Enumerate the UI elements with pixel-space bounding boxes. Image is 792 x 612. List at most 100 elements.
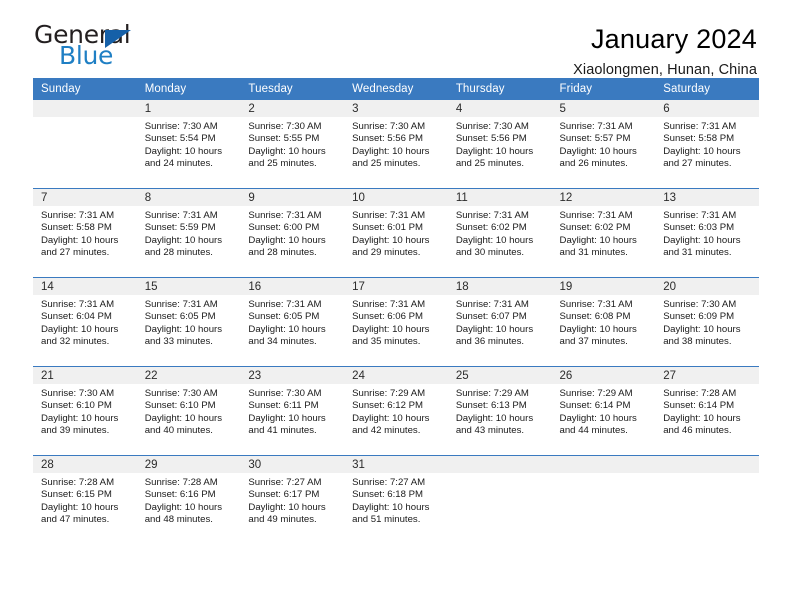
daylight-duration-line2: and 42 minutes.: [352, 424, 421, 436]
day-cell-inner: 8 Sunrise: 7:31 AM Sunset: 5:59 PM Daylight…: [136, 189, 241, 277]
calendar-day-cell[interactable]: 30 Sunrise: 7:27 AM Sunset: 6:17 PM Dayligh…: [240, 455, 345, 544]
sunrise-time: Sunrise: 7:28 AM: [41, 477, 115, 488]
calendar-day-cell[interactable]: 25 Sunrise: 7:29 AM Sunset: 6:13 PM Dayligh…: [447, 366, 552, 456]
day-cell-inner: [447, 456, 552, 544]
calendar-day-cell[interactable]: 27 Sunrise: 7:28 AM Sunset: 6:14 PM Dayligh…: [655, 366, 759, 456]
sunset-time: Sunset: 6:14 PM: [663, 400, 735, 412]
day-number: 5: [551, 100, 656, 117]
day-cell-inner: [33, 100, 137, 188]
calendar-day-cell[interactable]: 22 Sunrise: 7:30 AM Sunset: 6:10 PM Dayligh…: [136, 366, 241, 456]
calendar-day-cell[interactable]: 19 Sunrise: 7:31 AM Sunset: 6:08 PM Dayligh…: [551, 277, 656, 367]
day-cell-inner: 13 Sunrise: 7:31 AM Sunset: 6:03 PM Dayligh…: [655, 189, 759, 277]
calendar-day-cell[interactable]: 26 Sunrise: 7:29 AM Sunset: 6:14 PM Dayligh…: [551, 366, 656, 456]
calendar-day-cell[interactable]: 11 Sunrise: 7:31 AM Sunset: 6:02 PM Dayligh…: [447, 188, 552, 278]
sunrise-time: Sunrise: 7:30 AM: [455, 121, 529, 132]
calendar-day-cell[interactable]: 23 Sunrise: 7:30 AM Sunset: 6:11 PM Dayligh…: [240, 366, 345, 456]
sunrise-time: Sunrise: 7:28 AM: [663, 388, 737, 399]
daylight-duration-line1: Daylight: 10 hours: [663, 145, 741, 157]
daylight-duration-line2: and 27 minutes.: [663, 157, 732, 169]
calendar-day-cell: [655, 455, 759, 544]
calendar-day-cell[interactable]: 18 Sunrise: 7:31 AM Sunset: 6:07 PM Dayligh…: [447, 277, 552, 367]
day-sun-info: [655, 473, 759, 477]
day-number: 17: [344, 278, 448, 295]
calendar-day-cell[interactable]: 14 Sunrise: 7:31 AM Sunset: 6:04 PM Dayligh…: [33, 277, 137, 367]
sunrise-time: Sunrise: 7:31 AM: [663, 210, 737, 221]
day-sun-info: [448, 473, 552, 477]
sunrise-time: Sunrise: 7:31 AM: [455, 210, 529, 221]
generalblue-logo[interactable]: General Blue: [33, 22, 143, 74]
day-number: 7: [33, 189, 137, 206]
calendar-day-cell[interactable]: 31 Sunrise: 7:27 AM Sunset: 6:18 PM Dayligh…: [344, 455, 448, 544]
sunset-time: Sunset: 5:58 PM: [41, 222, 112, 234]
day-cell-inner: 31 Sunrise: 7:27 AM Sunset: 6:18 PM Dayligh…: [344, 456, 448, 544]
sunset-time: Sunset: 6:02 PM: [559, 222, 631, 234]
calendar-day-cell[interactable]: 21 Sunrise: 7:30 AM Sunset: 6:10 PM Dayligh…: [33, 366, 137, 456]
sunset-time: Sunset: 6:06 PM: [352, 311, 424, 323]
sunrise-time: Sunrise: 7:29 AM: [352, 388, 426, 399]
day-number: 8: [136, 189, 241, 206]
sunrise-time: Sunrise: 7:27 AM: [248, 477, 322, 488]
daylight-duration-line2: and 41 minutes.: [248, 424, 317, 436]
daylight-duration-line1: Daylight: 10 hours: [352, 323, 430, 335]
location-subtitle: Xiaolongmen, Hunan, China: [573, 62, 757, 79]
calendar-day-cell[interactable]: 9 Sunrise: 7:31 AM Sunset: 6:00 PM Daylight…: [240, 188, 345, 278]
day-sun-info: Sunrise: 7:28 AM Sunset: 6:14 PM Daylight:…: [655, 384, 759, 437]
daylight-duration-line2: and 25 minutes.: [455, 157, 525, 169]
day-cell-inner: 20 Sunrise: 7:30 AM Sunset: 6:09 PM Dayligh…: [655, 278, 759, 366]
calendar-day-cell[interactable]: 2 Sunrise: 7:30 AM Sunset: 5:55 PM Daylight…: [240, 100, 345, 189]
weekday-header-monday: Monday: [136, 78, 241, 100]
weekday-header-tuesday: Tuesday: [240, 78, 345, 100]
calendar-day-cell[interactable]: 12 Sunrise: 7:31 AM Sunset: 6:02 PM Dayligh…: [551, 188, 656, 278]
sunset-time: Sunset: 6:02 PM: [455, 222, 527, 234]
sunrise-time: Sunrise: 7:30 AM: [144, 388, 218, 399]
day-number: 25: [447, 367, 552, 384]
day-number: 10: [344, 189, 448, 206]
daylight-duration-line2: and 49 minutes.: [248, 513, 317, 525]
calendar-day-cell[interactable]: 3 Sunrise: 7:30 AM Sunset: 5:56 PM Daylight…: [344, 100, 448, 189]
sunset-time: Sunset: 6:11 PM: [248, 400, 319, 412]
daylight-duration-line1: Daylight: 10 hours: [248, 323, 326, 335]
calendar-day-cell[interactable]: 20 Sunrise: 7:30 AM Sunset: 6:09 PM Dayligh…: [655, 277, 759, 367]
day-sun-info: Sunrise: 7:30 AM Sunset: 5:56 PM Daylight:…: [448, 117, 552, 170]
daylight-duration-line2: and 29 minutes.: [352, 246, 421, 258]
daylight-duration-line1: Daylight: 10 hours: [248, 234, 326, 246]
day-cell-inner: 1 Sunrise: 7:30 AM Sunset: 5:54 PM Daylight…: [136, 100, 241, 188]
daylight-duration-line2: and 30 minutes.: [455, 246, 525, 258]
calendar-day-cell[interactable]: 29 Sunrise: 7:28 AM Sunset: 6:16 PM Dayligh…: [136, 455, 241, 544]
calendar-day-cell[interactable]: 1 Sunrise: 7:30 AM Sunset: 5:54 PM Daylight…: [136, 100, 241, 189]
calendar-day-cell[interactable]: 4 Sunrise: 7:30 AM Sunset: 5:56 PM Daylight…: [447, 100, 552, 189]
sunset-time: Sunset: 6:14 PM: [559, 400, 631, 412]
day-sun-info: Sunrise: 7:30 AM Sunset: 5:56 PM Daylight:…: [344, 117, 448, 170]
calendar-day-cell[interactable]: 8 Sunrise: 7:31 AM Sunset: 5:59 PM Daylight…: [136, 188, 241, 278]
day-number: 6: [655, 100, 759, 117]
daylight-duration-line1: Daylight: 10 hours: [455, 323, 534, 335]
day-number: 18: [447, 278, 552, 295]
day-sun-info: Sunrise: 7:28 AM Sunset: 6:15 PM Daylight:…: [33, 473, 137, 526]
daylight-duration-line2: and 28 minutes.: [144, 246, 213, 258]
daylight-duration-line2: and 27 minutes.: [41, 246, 110, 258]
calendar-day-cell[interactable]: 28 Sunrise: 7:28 AM Sunset: 6:15 PM Dayligh…: [33, 455, 137, 544]
calendar-day-cell[interactable]: 10 Sunrise: 7:31 AM Sunset: 6:01 PM Dayligh…: [344, 188, 448, 278]
day-number: 23: [240, 367, 345, 384]
daylight-duration-line2: and 26 minutes.: [559, 157, 628, 169]
calendar-day-cell[interactable]: 6 Sunrise: 7:31 AM Sunset: 5:58 PM Daylight…: [655, 100, 759, 189]
calendar-day-cell[interactable]: 7 Sunrise: 7:31 AM Sunset: 5:58 PM Daylight…: [33, 188, 137, 278]
daylight-duration-line1: Daylight: 10 hours: [41, 501, 119, 513]
day-number: 14: [33, 278, 137, 295]
daylight-duration-line1: Daylight: 10 hours: [144, 145, 223, 157]
calendar-day-cell[interactable]: 15 Sunrise: 7:31 AM Sunset: 6:05 PM Dayligh…: [136, 277, 241, 367]
weekday-header-wednesday: Wednesday: [344, 78, 448, 100]
calendar-day-cell[interactable]: 16 Sunrise: 7:31 AM Sunset: 6:05 PM Dayligh…: [240, 277, 345, 367]
daylight-duration-line1: Daylight: 10 hours: [663, 323, 741, 335]
daylight-duration-line2: and 25 minutes.: [352, 157, 421, 169]
sunset-time: Sunset: 5:54 PM: [144, 133, 216, 145]
sunset-time: Sunset: 5:59 PM: [144, 222, 216, 234]
calendar-day-cell[interactable]: 5 Sunrise: 7:31 AM Sunset: 5:57 PM Daylight…: [551, 100, 656, 189]
daylight-duration-line2: and 31 minutes.: [663, 246, 732, 258]
calendar-day-cell[interactable]: 17 Sunrise: 7:31 AM Sunset: 6:06 PM Dayligh…: [344, 277, 448, 367]
calendar-day-cell[interactable]: 24 Sunrise: 7:29 AM Sunset: 6:12 PM Dayligh…: [344, 366, 448, 456]
day-cell-inner: 12 Sunrise: 7:31 AM Sunset: 6:02 PM Dayligh…: [551, 189, 656, 277]
sunset-time: Sunset: 6:03 PM: [663, 222, 735, 234]
day-sun-info: Sunrise: 7:28 AM Sunset: 6:16 PM Daylight:…: [137, 473, 241, 526]
calendar-day-cell[interactable]: 13 Sunrise: 7:31 AM Sunset: 6:03 PM Dayligh…: [655, 188, 759, 278]
